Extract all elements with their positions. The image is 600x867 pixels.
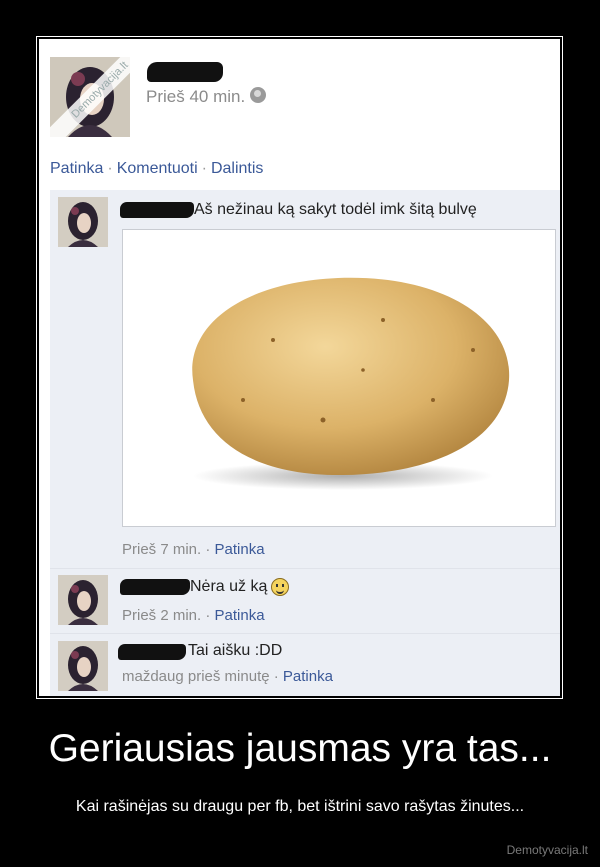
comment-avatar[interactable] (58, 641, 108, 691)
globe-icon (250, 87, 266, 103)
separator: · (201, 160, 207, 177)
comments-section: Aš nežinau ką sakyt todėl imk šitą bulvę (50, 190, 560, 696)
like-link[interactable]: Patinka (50, 160, 103, 177)
comment: Aš nežinau ką sakyt todėl imk šitą bulvę (50, 190, 560, 568)
comment-time[interactable]: Prieš 2 min. (122, 607, 201, 624)
comment: Nėra už ką Prieš 2 min. · Patinka (50, 568, 560, 634)
post-timestamp[interactable]: Prieš 40 min. (146, 87, 245, 107)
comment-link[interactable]: Komentuoti (117, 160, 198, 177)
smiley-icon (271, 578, 290, 596)
poster-headline: Geriausias jausmas yra tas... (48, 727, 552, 770)
avatar-portrait (58, 197, 108, 247)
comment-like-link[interactable]: Patinka (215, 541, 265, 558)
facebook-post: Demotyvacija.lt Prieš 40 min. Patinka · Ko… (39, 39, 560, 696)
share-link[interactable]: Dalintis (211, 160, 263, 177)
comment-time[interactable]: maždaug prieš minutę (122, 668, 270, 685)
commenter-name-redacted (120, 202, 194, 218)
separator: · (107, 160, 113, 177)
commenter-name-redacted (118, 644, 186, 660)
avatar-portrait (58, 641, 108, 691)
comment-time[interactable]: Prieš 7 min. (122, 541, 201, 558)
comment-text: Tai aišku :DD (188, 642, 283, 659)
potato-image (192, 277, 510, 490)
comment-text: Aš nežinau ką sakyt todėl imk šitą bulvę (194, 201, 477, 218)
separator: · (205, 607, 211, 624)
comment-text-row: Nėra už ką (190, 578, 290, 596)
avatar-portrait (58, 575, 108, 625)
comment-meta: Prieš 2 min. · Patinka (122, 607, 265, 624)
comment-text: Nėra už ką (190, 578, 268, 596)
comment: Tai aišku :DD maždaug prieš minutę · Pat… (50, 633, 560, 696)
comment-avatar[interactable] (58, 575, 108, 625)
poster-subline: Kai rašinėjas su draugu per fb, bet ištr… (75, 798, 525, 815)
site-watermark: Demotyvacija.lt (506, 843, 588, 857)
author-name-redacted (147, 62, 223, 82)
separator: · (273, 668, 279, 685)
potato-photo[interactable] (122, 229, 556, 527)
comment-like-link[interactable]: Patinka (215, 607, 265, 624)
comment-like-link[interactable]: Patinka (283, 668, 333, 685)
avatar[interactable]: Demotyvacija.lt (50, 57, 130, 137)
post-actions: Patinka · Komentuoti · Dalintis (50, 160, 263, 178)
comment-meta: maždaug prieš minutę · Patinka (122, 668, 333, 685)
commenter-name-redacted (120, 579, 190, 595)
comment-avatar[interactable] (58, 197, 108, 247)
comment-meta: Prieš 7 min. · Patinka (122, 541, 265, 558)
separator: · (205, 541, 211, 558)
